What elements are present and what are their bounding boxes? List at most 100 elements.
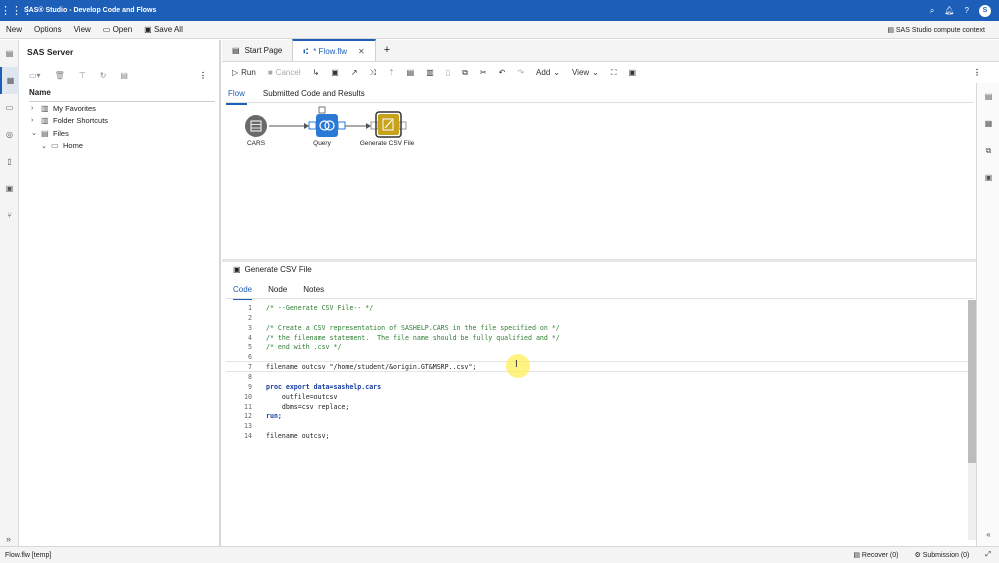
code-line[interactable]: 9 proc export data=sashelp.cars <box>226 382 974 392</box>
tree-item-files[interactable]: ⌄ ▤ Files <box>31 127 108 140</box>
chevron-right-icon[interactable]: › <box>31 105 41 112</box>
tree-item-my-favorites[interactable]: › ▥ My Favorites <box>31 102 108 115</box>
code-line[interactable]: 10 outfile=outcsv <box>226 392 974 402</box>
tree-item-home[interactable]: ⌄ ▭ Home <box>31 140 108 153</box>
line-number: 3 <box>248 323 252 332</box>
rail-explorer-icon[interactable]: ▤ <box>0 40 19 67</box>
port-icon[interactable] <box>308 121 317 130</box>
rail-libraries-icon[interactable]: ◎ <box>0 121 19 148</box>
code-editor[interactable]: 1 /* --Generate CSV File-- */ 2 3 /* Create … <box>226 300 974 540</box>
run-to-node-icon[interactable]: ↗ <box>351 68 358 77</box>
expand-panels-icon[interactable]: » <box>6 534 11 544</box>
port-icon[interactable] <box>398 121 407 130</box>
menu-new[interactable]: New <box>6 25 22 34</box>
rail-git-icon[interactable]: ⑂ <box>0 202 19 229</box>
copy-icon[interactable]: ⧉ <box>462 68 468 78</box>
delete-icon[interactable]: 🗑︎ <box>55 71 65 80</box>
node-label-generate-csv[interactable]: Generate CSV File <box>352 140 422 147</box>
auto-layout-icon[interactable]: ⤨ <box>370 68 376 78</box>
code-line[interactable]: 5 /* end with .csv */ <box>226 342 974 352</box>
code-line[interactable]: 2 <box>226 313 974 323</box>
code-line[interactable]: 7 filename outcsv "/home/student/&origin.… <box>226 362 974 372</box>
query-node-icon[interactable] <box>316 114 338 137</box>
tables-panel-icon[interactable]: ▦ <box>977 110 999 137</box>
view-dropdown[interactable]: View ⌄ <box>572 68 599 77</box>
paste-icon[interactable]: ▯ <box>446 68 450 77</box>
code-line[interactable]: 12 run; <box>226 411 974 421</box>
undo-icon[interactable]: ↶ <box>499 68 506 77</box>
add-dropdown[interactable]: Add ⌄ <box>536 68 560 77</box>
upload-icon[interactable]: ⇡ <box>388 68 395 77</box>
code-line[interactable]: 13 <box>226 421 974 431</box>
run-node-icon[interactable]: ▣ <box>331 68 339 77</box>
expand-icon[interactable]: ⤢ <box>985 551 991 559</box>
code-line[interactable]: 14 filename outcsv; <box>226 431 974 441</box>
redo-icon[interactable]: ↷ <box>517 68 524 77</box>
port-icon[interactable] <box>337 121 346 130</box>
chevron-right-icon[interactable]: › <box>31 117 41 124</box>
save-icon[interactable]: ▤ <box>407 68 415 77</box>
chevron-down-icon[interactable]: ⌄ <box>41 142 51 150</box>
chevron-down-icon[interactable]: ⌄ <box>31 129 41 137</box>
app-grid-icon[interactable]: ⋮⋮⋮ <box>0 4 33 17</box>
table-node-icon[interactable] <box>245 115 267 137</box>
tree-item-folder-shortcuts[interactable]: › ▥ Folder Shortcuts <box>31 115 108 128</box>
compute-context[interactable]: ▤ SAS Studio compute context <box>887 26 985 34</box>
tab-flow[interactable]: ⑆ * Flow.flw ✕ <box>292 39 376 61</box>
help-icon[interactable]: ? <box>965 6 969 15</box>
panel-more-icon[interactable]: ⋮ <box>199 71 207 80</box>
cancel-button[interactable]: ■ Cancel <box>268 68 301 77</box>
avatar[interactable]: S <box>979 4 991 17</box>
refresh-icon[interactable]: ↻ <box>100 71 107 80</box>
save-as-icon[interactable]: ▥ <box>426 68 434 77</box>
code-line[interactable]: 8 <box>226 372 974 382</box>
recover-button[interactable]: ▤ Recover (0) <box>853 551 898 559</box>
run-button[interactable]: ▷ Run <box>232 68 256 77</box>
code-line[interactable]: 11 dbms=csv replace; <box>226 402 974 412</box>
new-item-icon[interactable]: ▭▾ <box>29 71 41 80</box>
text-cursor-icon: I <box>515 359 518 370</box>
flow-canvas[interactable]: CARS Query Generate CSV File <box>226 103 974 259</box>
gear-icon: ⚙ <box>914 552 923 559</box>
rail-steps-icon[interactable]: ▣ <box>0 175 19 202</box>
files-icon: ▤ <box>41 128 49 138</box>
code-line[interactable]: 4 /* the filename statement. The file nam… <box>226 333 974 343</box>
properties-panel-icon[interactable]: ▤ <box>977 83 999 110</box>
outline-panel-icon[interactable]: ⧉ <box>977 137 999 164</box>
node-label-cars[interactable]: CARS <box>221 140 291 147</box>
fit-icon[interactable]: ⛶ <box>611 68 617 78</box>
menu-view[interactable]: View <box>74 25 91 34</box>
filter-icon[interactable]: ⊤ <box>79 71 86 80</box>
column-header-name[interactable]: Name <box>29 88 215 102</box>
rail-sas-server-icon[interactable]: ▦ <box>0 67 19 94</box>
menu-options[interactable]: Options <box>34 25 62 34</box>
tree-label: Files <box>53 128 69 138</box>
rail-snippets-icon[interactable]: ▯ <box>0 148 19 175</box>
notification-bell-icon[interactable]: 🔔︎ <box>944 6 954 15</box>
shortcut-folder-icon: ▥ <box>41 116 49 126</box>
run-from-node-icon[interactable]: ↳ <box>313 68 320 77</box>
tab-start-page[interactable]: ▤ Start Page <box>222 39 292 61</box>
add-tab-button[interactable]: + <box>376 39 398 61</box>
panel-splitter[interactable] <box>222 259 976 262</box>
overview-icon[interactable]: ▣ <box>628 68 636 77</box>
search-icon[interactable]: ⌕ <box>930 6 934 16</box>
archive-panel-icon[interactable]: ▣ <box>977 164 999 191</box>
node-label-query[interactable]: Query <box>287 140 357 147</box>
open-button[interactable]: ▭ Open <box>103 25 132 34</box>
save-all-button[interactable]: ▣ Save All <box>144 25 183 34</box>
app-title: SAS® Studio - Develop Code and Flows <box>24 7 157 14</box>
port-icon[interactable] <box>370 121 379 130</box>
more-options-icon[interactable]: ⋮ <box>973 68 981 77</box>
rail-content-icon[interactable]: ▭ <box>0 94 19 121</box>
cursor-highlight <box>506 354 530 378</box>
cut-icon[interactable]: ✂ <box>480 68 487 77</box>
close-tab-icon[interactable]: ✕ <box>358 47 365 56</box>
properties-icon[interactable]: ▤ <box>120 71 128 80</box>
code-line[interactable]: 6 <box>226 352 974 362</box>
code-line[interactable]: 3 /* Create a CSV representation of SASHE… <box>226 323 974 333</box>
submission-button[interactable]: ⚙ Submission (0) <box>914 551 969 559</box>
code-line[interactable]: 1 /* --Generate CSV File-- */ <box>226 303 974 313</box>
collapse-right-icon[interactable]: « <box>977 521 999 548</box>
editor-scrollbar-thumb[interactable] <box>968 300 976 463</box>
